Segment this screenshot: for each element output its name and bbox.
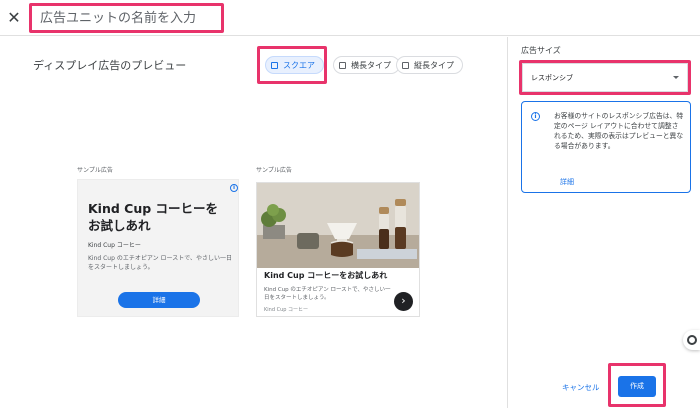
close-icon[interactable]: ✕ [4, 8, 24, 28]
ad-description: Kind Cup のエチオピアン ローストで、やさしい一日をスタートしましょう。 [88, 255, 232, 271]
cancel-button[interactable]: キャンセル [562, 382, 600, 393]
ad-unit-name-input[interactable] [32, 6, 221, 30]
top-bar: ✕ [0, 0, 700, 36]
ad-headline: Kind Cup コーヒーをお試しあれ [264, 271, 388, 280]
chevron-right-icon[interactable]: › [394, 292, 413, 311]
sample-ad-card-text[interactable]: i Kind Cup コーヒーをお試しあれ Kind Cup コーヒー Kind… [77, 179, 239, 317]
tab-portrait[interactable]: 縦長タイプ [396, 56, 463, 74]
tab-square-label: スクエア [283, 60, 315, 70]
preview-pane: ディスプレイ広告のプレビュー スクエア 横長タイプ 縦長タイプ サンプル広告 i… [0, 37, 506, 408]
ad-size-label: 広告サイズ [521, 46, 561, 55]
responsive-info-text: お客様のサイトのレスポンシブ広告は、特定のページ レイアウトに合わせて調整される… [554, 112, 684, 150]
tab-landscape-label: 横長タイプ [351, 60, 391, 70]
feedback-bubble[interactable] [683, 330, 700, 350]
responsive-info-box: i お客様のサイトのレスポンシブ広告は、特定のページ レイアウトに合わせて調整さ… [521, 101, 691, 193]
coffee-photo [257, 183, 419, 268]
info-icon: i [531, 112, 540, 121]
tab-landscape[interactable]: 横長タイプ [333, 56, 400, 74]
square-icon [271, 61, 278, 69]
sample-ad-label: サンプル広告 [256, 167, 292, 174]
tab-portrait-label: 縦長タイプ [414, 60, 454, 70]
ad-size-select[interactable]: レスポンシブ [522, 63, 688, 92]
sample-ad-label: サンプル広告 [77, 167, 113, 174]
sample-ad-card-image[interactable]: Kind Cup コーヒーをお試しあれ Kind Cup のエチオピアン ロース… [256, 182, 420, 317]
ad-advertiser: Kind Cup コーヒー [88, 242, 141, 249]
ad-advertiser: Kind Cup コーヒー [264, 307, 309, 313]
chat-icon [687, 335, 697, 345]
ad-headline: Kind Cup コーヒーをお試しあれ [88, 201, 219, 233]
caret-down-icon [673, 76, 679, 79]
portrait-icon [402, 61, 409, 69]
ad-details-button[interactable]: 詳細 [118, 292, 200, 308]
settings-pane: 広告サイズ レスポンシブ i お客様のサイトのレスポンシブ広告は、特定のページ … [507, 37, 700, 408]
ad-choices-icon[interactable]: i [230, 184, 238, 192]
ad-unit-name-field-highlight [29, 3, 224, 33]
preview-title: ディスプレイ広告のプレビュー [33, 59, 187, 72]
landscape-icon [339, 61, 346, 69]
learn-more-link[interactable]: 詳細 [560, 177, 574, 187]
create-button[interactable]: 作成 [618, 376, 656, 397]
ad-size-value: レスポンシブ [531, 73, 573, 82]
tab-square[interactable]: スクエア [265, 56, 324, 74]
ad-description: Kind Cup のエチオピアン ローストで、やさしい一日をスタートしましょう。 [264, 287, 391, 301]
